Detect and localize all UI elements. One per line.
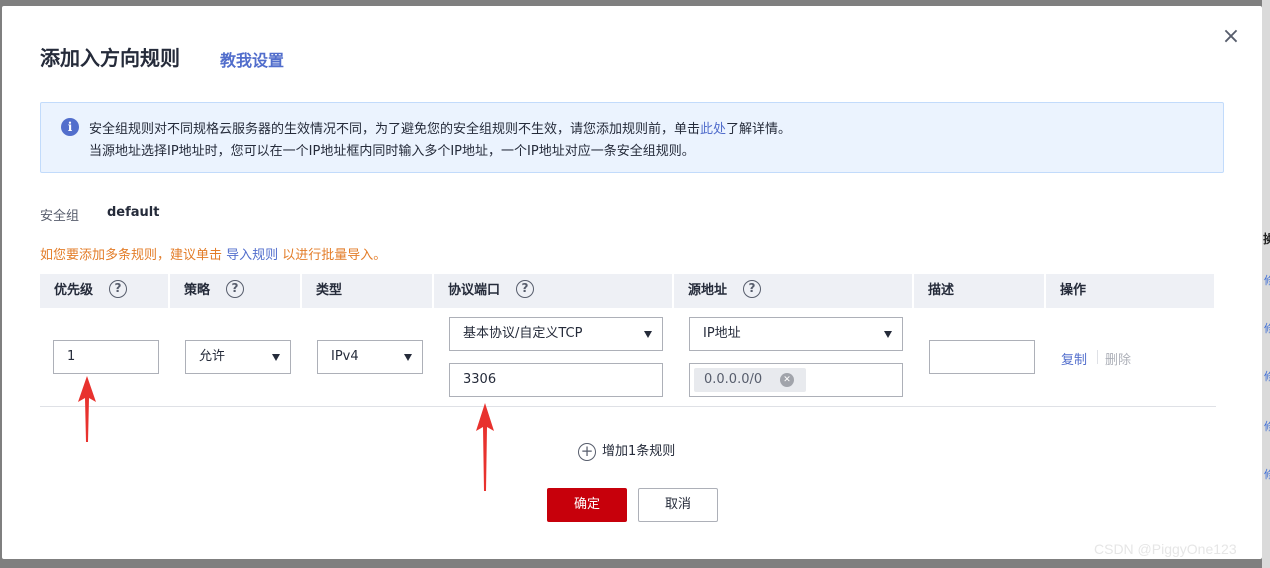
help-icon[interactable]: ? <box>516 279 535 298</box>
hint-text: 如您要添加多条规则，建议单击 <box>40 248 227 263</box>
background-page: 操 修 修 修 修 修 <box>1262 0 1270 568</box>
priority-input[interactable]: 1 <box>53 340 159 374</box>
add-rule-button[interactable]: + 增加1条规则 <box>578 440 675 461</box>
description-input[interactable] <box>929 340 1035 374</box>
notice-line-2: 当源地址选择IP地址时，您可以在一个IP地址框内同时输入多个IP地址，一个IP地… <box>89 144 695 159</box>
column-header-description: 描述 <box>914 274 1046 308</box>
batch-import-hint: 如您要添加多条规则，建议单击 导入规则 以进行批量导入。 <box>40 244 386 263</box>
background-link-fragment: 修 <box>1264 322 1270 335</box>
add-rule-label: 增加1条规则 <box>602 444 676 459</box>
source-ip-input[interactable]: 0.0.0.0/0 ✕ <box>689 363 903 397</box>
type-selected-value: IPv4 <box>331 349 359 364</box>
details-link[interactable]: 此处 <box>700 122 726 137</box>
policy-selected-value: 允许 <box>199 349 226 364</box>
notice-text: 安全组规则对不同规格云服务器的生效情况不同，为了避免您的安全组规则不生效，请您添… <box>89 122 701 137</box>
watermark: CSDN @PiggyOne123 <box>1094 541 1237 557</box>
ip-address-tag: 0.0.0.0/0 ✕ <box>694 368 806 392</box>
operation-divider <box>1097 350 1098 364</box>
help-icon[interactable]: ? <box>109 279 128 298</box>
help-icon[interactable]: ? <box>226 279 245 298</box>
header-label: 协议端口 <box>448 283 501 298</box>
background-link-fragment: 修 <box>1264 370 1270 383</box>
port-input[interactable]: 3306 <box>449 363 663 397</box>
background-link-fragment: 修 <box>1264 420 1270 433</box>
background-link-fragment: 修 <box>1264 274 1270 287</box>
hint-text: 以进行批量导入。 <box>278 248 387 263</box>
add-inbound-rule-dialog: 添加入方向规则 教我设置 × i 安全组规则对不同规格云服务器的生效情况不同，为… <box>2 6 1262 559</box>
protocol-select[interactable]: 基本协议/自定义TCP <box>449 317 663 351</box>
header-label: 源地址 <box>688 283 728 298</box>
source-type-select[interactable]: IP地址 <box>689 317 903 351</box>
column-header-source: 源地址? <box>674 274 914 308</box>
background-link-fragment: 修 <box>1264 468 1270 481</box>
background-header-fragment: 操 <box>1263 232 1270 246</box>
notice-text: 了解详情。 <box>726 122 792 137</box>
caret-down-icon <box>884 331 892 338</box>
rules-table-header: 优先级? 策略? 类型 协议端口? 源地址? 描述 操作 <box>40 274 1216 308</box>
help-icon[interactable]: ? <box>743 279 762 298</box>
column-header-type: 类型 <box>302 274 434 308</box>
header-label: 策略 <box>184 283 211 298</box>
dialog-title: 添加入方向规则 <box>40 46 180 70</box>
close-icon[interactable]: × <box>1220 26 1242 48</box>
column-header-operation: 操作 <box>1046 274 1216 308</box>
column-header-protocol-port: 协议端口? <box>434 274 674 308</box>
copy-rule-link[interactable]: 复制 <box>1061 349 1087 368</box>
plus-circle-icon: + <box>578 442 596 461</box>
confirm-button[interactable]: 确定 <box>547 488 627 522</box>
caret-down-icon <box>272 354 280 361</box>
annotation-arrow-icon <box>476 403 494 491</box>
annotation-arrow-icon <box>78 376 96 442</box>
cancel-button[interactable]: 取消 <box>638 488 718 522</box>
ip-tag-label: 0.0.0.0/0 <box>704 372 763 387</box>
column-header-policy: 策略? <box>170 274 302 308</box>
security-group-value: default <box>107 205 160 220</box>
import-rules-link[interactable]: 导入规则 <box>226 248 278 263</box>
type-select[interactable]: IPv4 <box>317 340 423 374</box>
column-header-priority: 优先级? <box>40 274 170 308</box>
policy-select[interactable]: 允许 <box>185 340 291 374</box>
source-type-selected-value: IP地址 <box>703 326 741 341</box>
info-notice: i 安全组规则对不同规格云服务器的生效情况不同，为了避免您的安全组规则不生效，请… <box>40 102 1224 173</box>
tag-remove-icon[interactable]: ✕ <box>780 373 794 387</box>
caret-down-icon <box>644 331 652 338</box>
notice-line-1: 安全组规则对不同规格云服务器的生效情况不同，为了避免您的安全组规则不生效，请您添… <box>89 118 791 137</box>
teach-me-link[interactable]: 教我设置 <box>220 47 284 71</box>
caret-down-icon <box>404 354 412 361</box>
row-divider <box>40 406 1216 407</box>
info-icon: i <box>61 118 79 136</box>
delete-rule-link: 删除 <box>1105 353 1132 368</box>
protocol-selected-value: 基本协议/自定义TCP <box>463 326 583 341</box>
header-label: 优先级 <box>54 283 94 298</box>
security-group-label: 安全组 <box>40 209 80 224</box>
